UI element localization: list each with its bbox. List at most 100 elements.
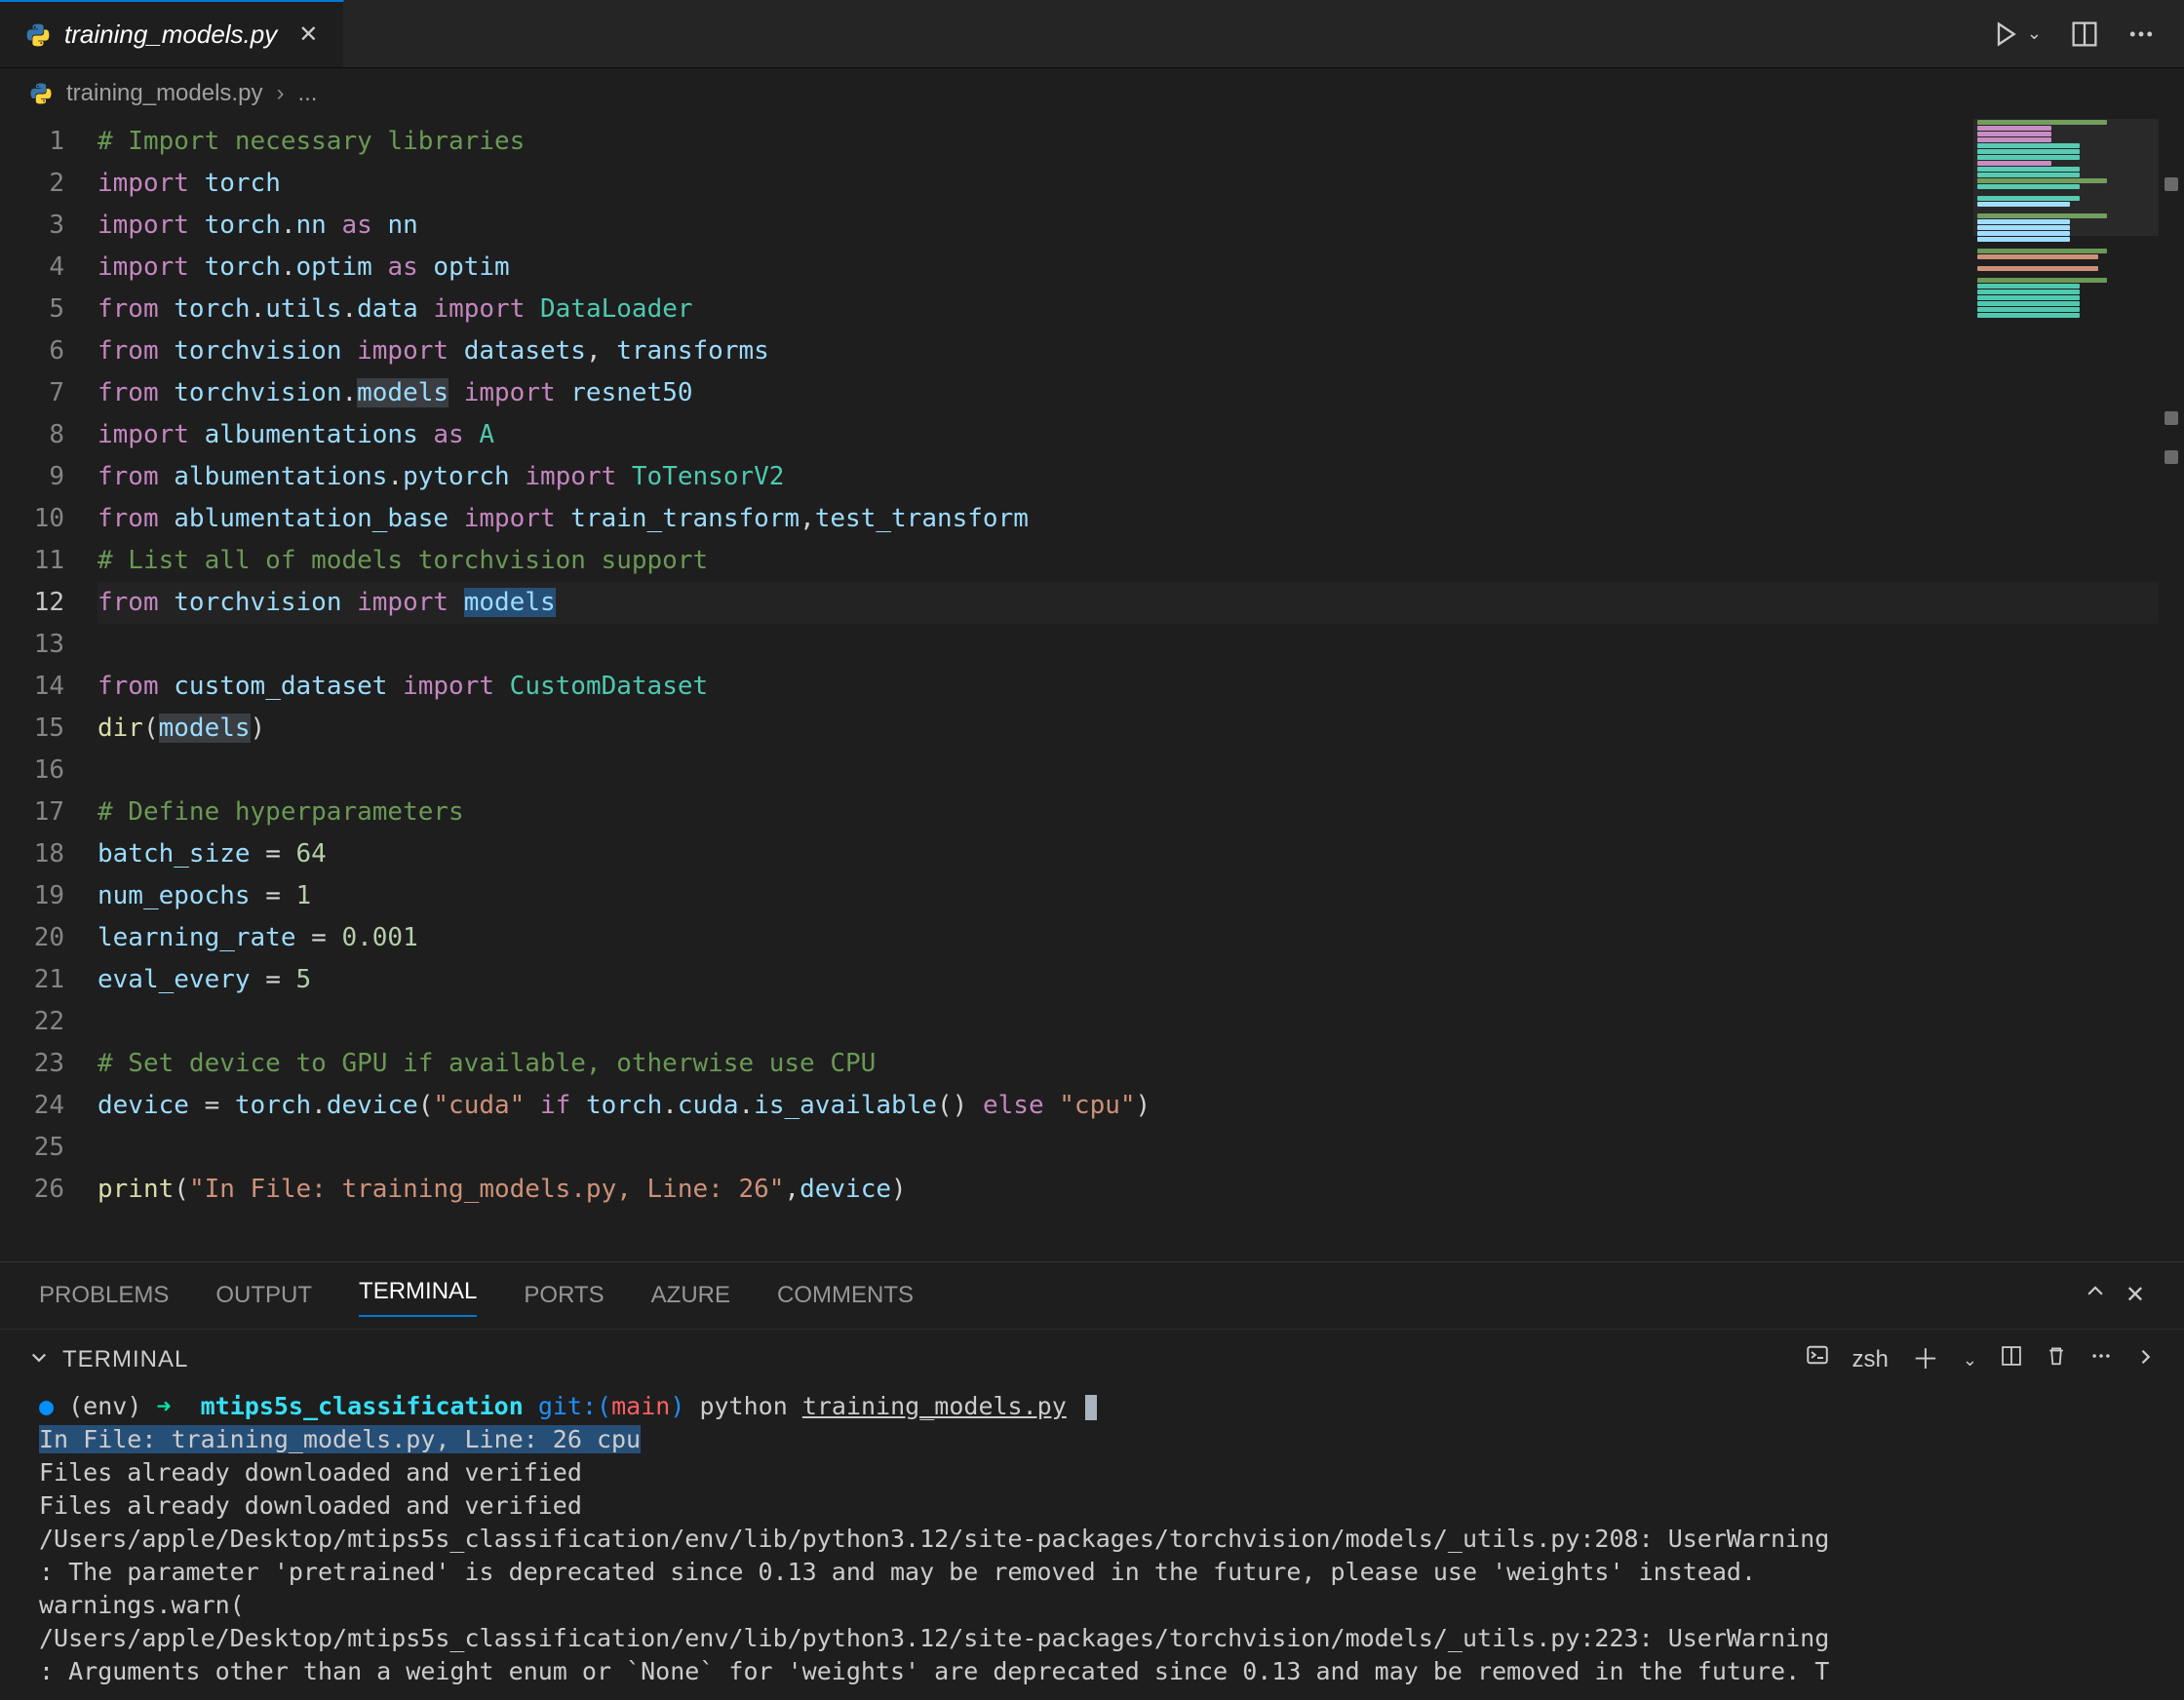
code-line[interactable]: from torch.utils.data import DataLoader [98,289,2184,330]
editor[interactable]: 1234567891011121314151617181920212223242… [0,119,2184,1261]
scrollbar-marker [2164,450,2178,464]
terminal-line: Files already downloaded and verified [39,1456,2145,1489]
line-number: 6 [0,330,64,372]
code-line[interactable] [98,1127,2184,1169]
line-number: 22 [0,1001,64,1043]
panel-tab-output[interactable]: OUTPUT [215,1278,312,1313]
code-line[interactable]: import torch [98,163,2184,205]
code-line[interactable]: # Import necessary libraries [98,121,2184,163]
line-number: 24 [0,1085,64,1127]
minimap[interactable] [1973,119,2159,372]
line-gutter: 1234567891011121314151617181920212223242… [0,119,98,1261]
code-line[interactable]: # List all of models torchvision support [98,540,2184,582]
terminal-shell-icon[interactable] [1806,1342,1829,1377]
chevron-down-icon[interactable] [29,1342,49,1377]
terminal-section-label: TERMINAL [62,1342,188,1377]
prompt-git-label: git: [538,1392,597,1420]
code-line[interactable] [98,750,2184,792]
editor-area: 1234567891011121314151617181920212223242… [0,119,2184,1261]
line-number: 23 [0,1043,64,1085]
prompt-env: (env) [68,1392,141,1420]
more-actions-icon[interactable] [2127,20,2155,48]
line-number: 13 [0,624,64,666]
panel-tab-comments[interactable]: COMMENTS [777,1278,914,1313]
tab-bar: training_models.py ✕ ⌄ [0,0,2184,68]
line-number: 1 [0,121,64,163]
kill-terminal-icon[interactable] [2046,1342,2067,1377]
tabs: training_models.py ✕ [0,0,344,67]
minimap-slider[interactable] [1973,119,2159,236]
breadcrumb-sep: › [276,76,284,111]
code-line[interactable]: import albumentations as A [98,414,2184,456]
code-line[interactable]: from torchvision import datasets, transf… [98,330,2184,372]
python-file-icon [25,22,51,48]
terminal-shell-label[interactable]: zsh [1852,1342,1889,1377]
breadcrumb-rest: ... [297,76,317,111]
code-line[interactable]: batch_size = 64 [98,833,2184,875]
code-line[interactable]: # Set device to GPU if available, otherw… [98,1043,2184,1085]
line-number: 10 [0,498,64,540]
python-file-icon [29,82,53,105]
code-line[interactable]: device = torch.device("cuda" if torch.cu… [98,1085,2184,1127]
run-icon[interactable] [1992,20,2019,48]
prompt-arrow: ➜ [156,1392,171,1420]
panel-maximize-icon[interactable] [2085,1278,2106,1313]
new-terminal-icon[interactable]: ＋ [1912,1339,1939,1380]
breadcrumb[interactable]: training_models.py › ... [0,68,2184,119]
code-line[interactable]: from ablumentation_base import train_tra… [98,498,2184,540]
breadcrumb-file: training_models.py [66,76,262,111]
line-number: 18 [0,833,64,875]
code-line[interactable]: from albumentations.pytorch import ToTen… [98,456,2184,498]
panel-tab-ports[interactable]: PORTS [524,1278,604,1313]
vscode-window: training_models.py ✕ ⌄ training_models.p… [0,0,2184,1700]
split-editor-icon[interactable] [2071,20,2098,48]
bottom-panel: PROBLEMS OUTPUT TERMINAL PORTS AZURE COM… [0,1261,2184,1700]
code-line[interactable]: num_epochs = 1 [98,875,2184,917]
line-number: 3 [0,205,64,247]
code-line[interactable]: dir(models) [98,708,2184,750]
code-line[interactable]: print("In File: training_models.py, Line… [98,1169,2184,1211]
panel-tab-azure[interactable]: AZURE [651,1278,730,1313]
code-line[interactable]: import torch.optim as optim [98,247,2184,289]
terminal-output[interactable]: ● (env) ➜ mtips5s_classification git:(ma… [0,1390,2184,1700]
line-number: 9 [0,456,64,498]
line-number: 4 [0,247,64,289]
terminal-cursor [1085,1395,1097,1420]
line-number: 19 [0,875,64,917]
panel-close-icon[interactable]: ✕ [2126,1278,2145,1313]
terminal-more-icon[interactable] [2090,1342,2112,1377]
new-terminal-dropdown-icon[interactable]: ⌄ [1963,1347,1977,1373]
code-line[interactable]: learning_rate = 0.001 [98,917,2184,959]
terminal-line: : Arguments other than a weight enum or … [39,1655,2145,1688]
line-number: 16 [0,750,64,792]
code-line[interactable]: from custom_dataset import CustomDataset [98,666,2184,708]
code-line[interactable]: from torchvision.models import resnet50 [98,372,2184,414]
line-number: 21 [0,959,64,1001]
code-line[interactable]: eval_every = 5 [98,959,2184,1001]
line-number: 5 [0,289,64,330]
terminal-scroll-right-icon[interactable] [2135,1342,2155,1377]
code-line[interactable] [98,1001,2184,1043]
editor-actions: ⌄ [1992,20,2184,48]
code-line[interactable]: from torchvision import models [98,582,2184,624]
code-line[interactable]: # Define hyperparameters [98,792,2184,833]
split-terminal-icon[interactable] [2001,1342,2022,1377]
close-tab-icon[interactable]: ✕ [298,18,318,53]
panel-tabs: PROBLEMS OUTPUT TERMINAL PORTS AZURE COM… [0,1262,2184,1330]
line-number: 25 [0,1127,64,1169]
code-body[interactable]: # Import necessary librariesimport torch… [98,119,2184,1261]
code-line[interactable] [98,624,2184,666]
line-number: 11 [0,540,64,582]
vertical-scrollbar[interactable] [2159,119,2184,1261]
code-line[interactable]: import torch.nn as nn [98,205,2184,247]
tab-label: training_models.py [64,16,277,54]
terminal-line: /Users/apple/Desktop/mtips5s_classificat… [39,1523,2145,1556]
panel-tab-problems[interactable]: PROBLEMS [39,1278,169,1313]
line-number: 20 [0,917,64,959]
line-number: 2 [0,163,64,205]
line-number: 8 [0,414,64,456]
panel-tab-terminal[interactable]: TERMINAL [359,1274,477,1317]
run-dropdown-icon[interactable]: ⌄ [2027,20,2042,47]
tab-active[interactable]: training_models.py ✕ [0,0,344,67]
prompt-cmd: python [699,1392,787,1420]
